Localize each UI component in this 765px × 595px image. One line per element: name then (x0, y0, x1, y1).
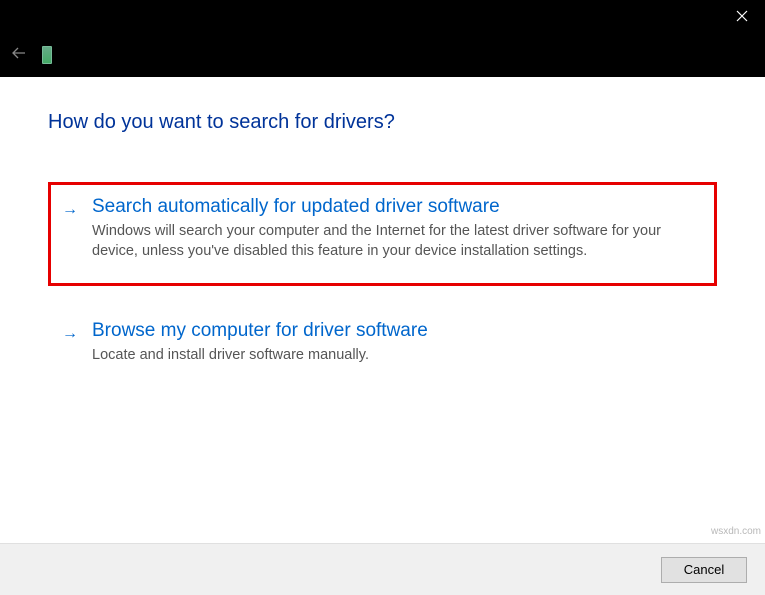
close-icon (736, 10, 748, 22)
arrow-right-icon: → (62, 325, 78, 343)
page-title: How do you want to search for drivers? (48, 111, 717, 134)
titlebar (0, 0, 765, 32)
option-description: Locate and install driver software manua… (92, 346, 703, 366)
option-body: Search automatically for updated driver … (92, 196, 703, 261)
option-body: Browse my computer for driver software L… (92, 320, 703, 366)
cancel-button[interactable]: Cancel (661, 557, 747, 583)
arrow-right-icon: → (62, 201, 78, 219)
content-area: How do you want to search for drivers? →… (0, 77, 765, 386)
arrow-left-icon (12, 47, 26, 59)
option-title: Search automatically for updated driver … (92, 196, 703, 218)
footer: Cancel (0, 543, 765, 595)
navbar (0, 32, 765, 77)
option-search-automatically[interactable]: → Search automatically for updated drive… (48, 182, 717, 286)
back-button[interactable] (12, 46, 26, 64)
option-browse-computer[interactable]: → Browse my computer for driver software… (48, 306, 717, 386)
device-icon (42, 46, 52, 64)
close-button[interactable] (719, 0, 765, 32)
option-title: Browse my computer for driver software (92, 320, 703, 342)
watermark: wsxdn.com (711, 526, 761, 537)
option-description: Windows will search your computer and th… (92, 222, 703, 261)
